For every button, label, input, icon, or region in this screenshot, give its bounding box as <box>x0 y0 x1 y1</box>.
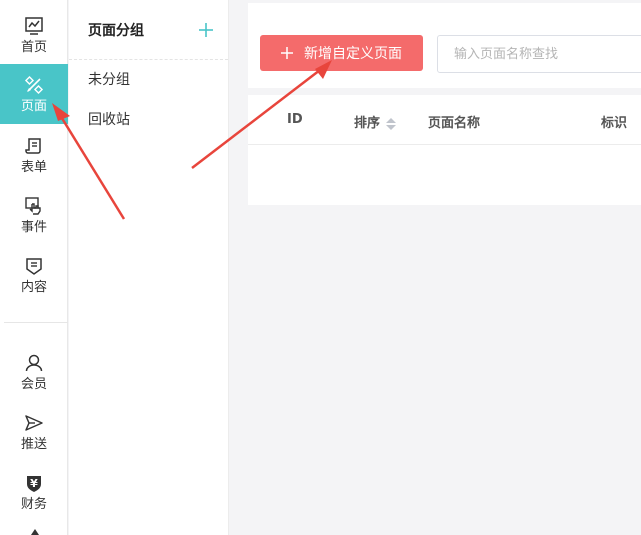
add-custom-page-label: 新增自定义页面 <box>304 46 402 62</box>
add-group-icon[interactable] <box>198 22 214 38</box>
group-item-recycle-bin[interactable]: 回收站 <box>69 100 228 140</box>
group-list: 未分组 回收站 <box>69 60 228 140</box>
nav-item-home[interactable]: 首页 <box>0 5 68 65</box>
plus-icon <box>281 47 293 59</box>
nav-item-forms[interactable]: 表单 <box>0 125 68 185</box>
nav-label: 表单 <box>20 159 47 175</box>
sort-caret-icon[interactable] <box>386 117 397 130</box>
yuan-shield-icon: ¥ <box>23 472 45 494</box>
nav-label: 会员 <box>20 376 47 392</box>
nav-label: 事件 <box>20 219 47 235</box>
pages-table: ID 排序 页面名称 标识 <box>248 95 641 205</box>
touch-hand-icon <box>23 195 45 217</box>
nav-item-push[interactable]: 推送 <box>0 402 68 462</box>
pencil-ruler-icon <box>23 74 45 96</box>
column-header-id[interactable]: ID <box>287 112 303 127</box>
user-icon <box>23 352 45 374</box>
nav-item-finance[interactable]: ¥ 财务 <box>0 462 68 522</box>
page-name-search-input[interactable] <box>437 35 641 73</box>
page-group-panel: 页面分组 未分组 回收站 <box>69 0 229 535</box>
form-scroll-icon <box>23 135 45 157</box>
column-header-sort[interactable]: 排序 <box>354 112 397 131</box>
nav-label: 推送 <box>20 436 47 452</box>
toolbar: 新增自定义页面 <box>248 3 641 88</box>
table-header: ID 排序 页面名称 标识 <box>248 95 641 145</box>
nav-label: 内容 <box>20 279 47 295</box>
column-header-sort-label: 排序 <box>354 116 381 131</box>
add-custom-page-button[interactable]: 新增自定义页面 <box>260 35 423 71</box>
more-nav-icon <box>31 529 39 535</box>
main-nav-rail: 首页 页面 表单 事件 内容 会员 推送 ¥ 财务 <box>0 0 68 535</box>
nav-item-pages[interactable]: 页面 <box>0 64 68 124</box>
main-content: 新增自定义页面 ID 排序 页面名称 标识 <box>230 0 641 535</box>
nav-item-members[interactable]: 会员 <box>0 342 68 402</box>
nav-item-events[interactable]: 事件 <box>0 185 68 245</box>
nav-label: 财务 <box>20 496 47 512</box>
send-plane-icon <box>23 412 45 434</box>
column-header-identifier[interactable]: 标识 <box>601 112 627 131</box>
nav-label: 首页 <box>20 39 47 55</box>
column-header-page-name[interactable]: 页面名称 <box>428 112 480 131</box>
svg-text:¥: ¥ <box>30 477 38 490</box>
document-shield-icon <box>23 255 45 277</box>
nav-item-content[interactable]: 内容 <box>0 245 68 305</box>
nav-label: 页面 <box>20 98 47 114</box>
group-panel-header: 页面分组 <box>69 0 228 60</box>
nav-divider <box>4 322 68 323</box>
group-panel-title: 页面分组 <box>88 22 144 39</box>
group-item-ungrouped[interactable]: 未分组 <box>69 60 228 100</box>
dashboard-chart-icon <box>23 15 45 37</box>
